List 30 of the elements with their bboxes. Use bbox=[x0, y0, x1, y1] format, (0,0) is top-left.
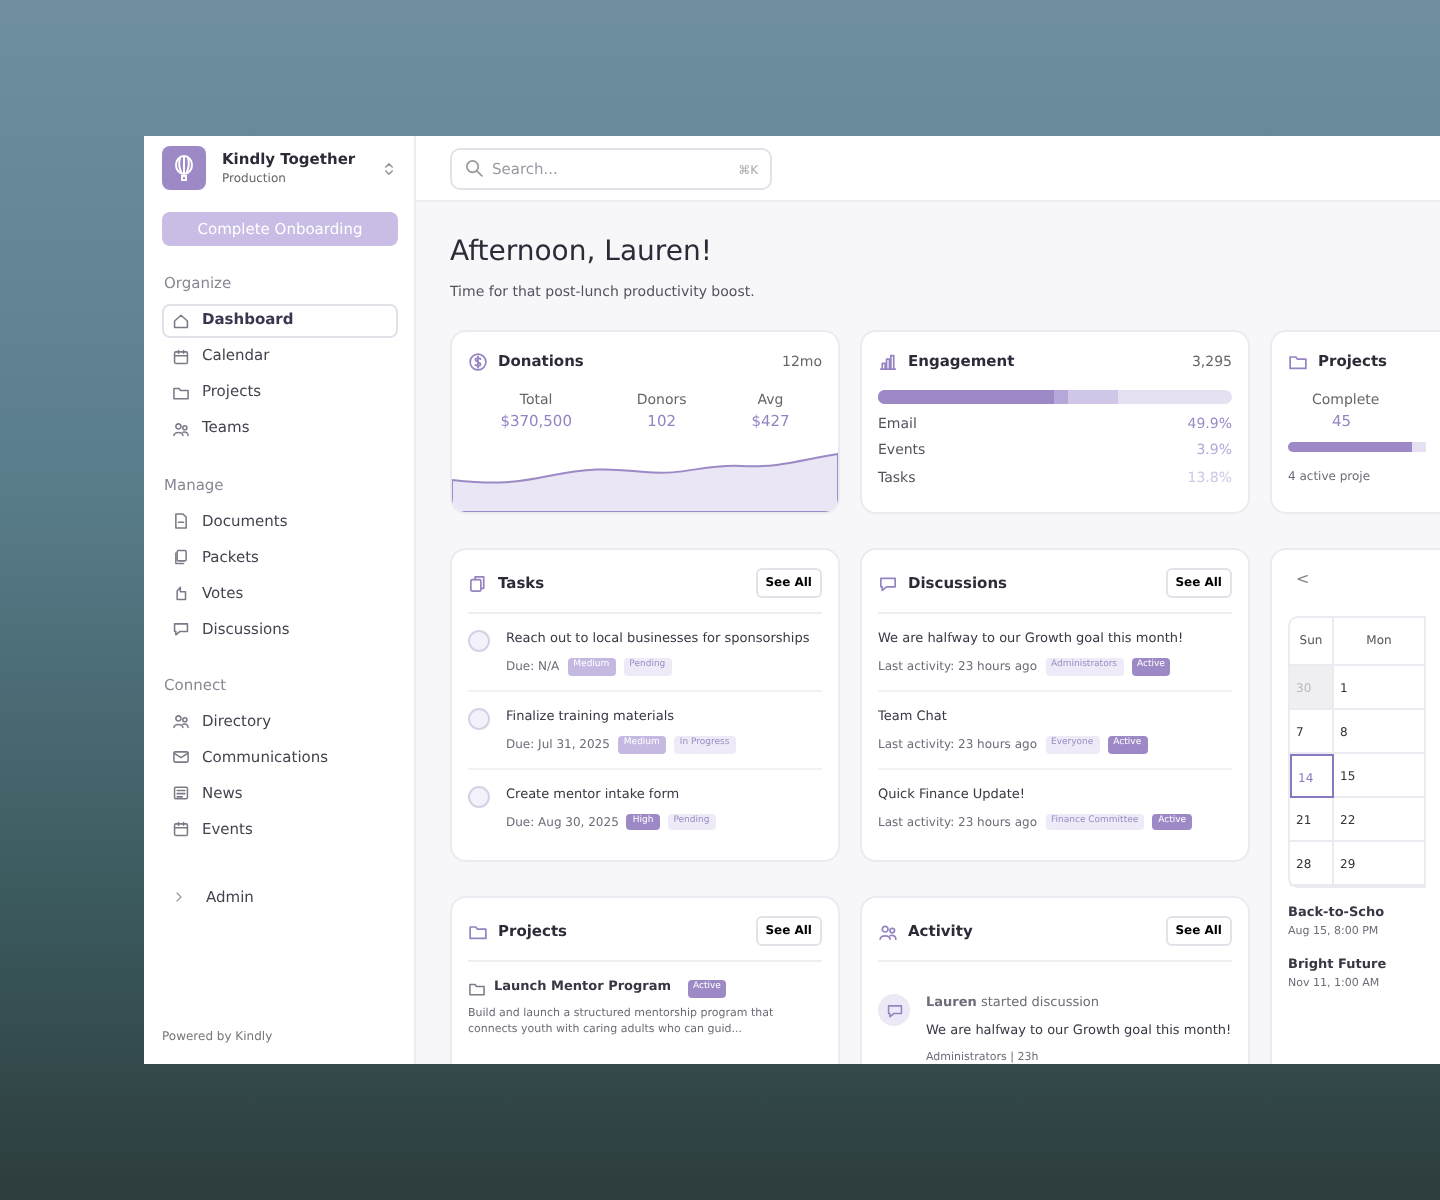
folder-icon bbox=[172, 383, 190, 401]
folder-icon bbox=[1288, 351, 1308, 372]
people-icon bbox=[172, 712, 190, 730]
task-checkbox[interactable] bbox=[468, 708, 490, 731]
documents-icon bbox=[172, 547, 190, 566]
clipboard-icon bbox=[468, 573, 488, 594]
task-checkbox[interactable] bbox=[468, 630, 490, 653]
hand-icon bbox=[172, 583, 190, 602]
task-checkbox[interactable] bbox=[468, 785, 490, 808]
chevron-right-icon bbox=[172, 890, 186, 904]
calendar-icon bbox=[172, 820, 190, 838]
folder-icon bbox=[468, 921, 488, 942]
document-icon bbox=[172, 511, 190, 530]
calendar-icon bbox=[172, 347, 190, 365]
chat-icon bbox=[878, 573, 898, 594]
bar-chart-icon bbox=[878, 351, 898, 372]
people-icon bbox=[172, 419, 190, 437]
people-icon bbox=[878, 921, 898, 942]
newspaper-icon bbox=[172, 784, 190, 802]
greeting-title: Afternoon, Lauren! bbox=[450, 236, 714, 270]
home-icon bbox=[172, 311, 190, 329]
chevron-up-down-icon bbox=[380, 159, 398, 177]
folder-icon bbox=[468, 979, 486, 998]
dollar-icon bbox=[468, 351, 488, 372]
search-icon bbox=[464, 158, 484, 178]
chat-icon bbox=[885, 1001, 903, 1020]
envelope-icon bbox=[172, 748, 190, 766]
previous-month-button[interactable]: < bbox=[1296, 572, 1310, 589]
logo bbox=[162, 146, 206, 190]
chat-icon bbox=[172, 619, 190, 638]
